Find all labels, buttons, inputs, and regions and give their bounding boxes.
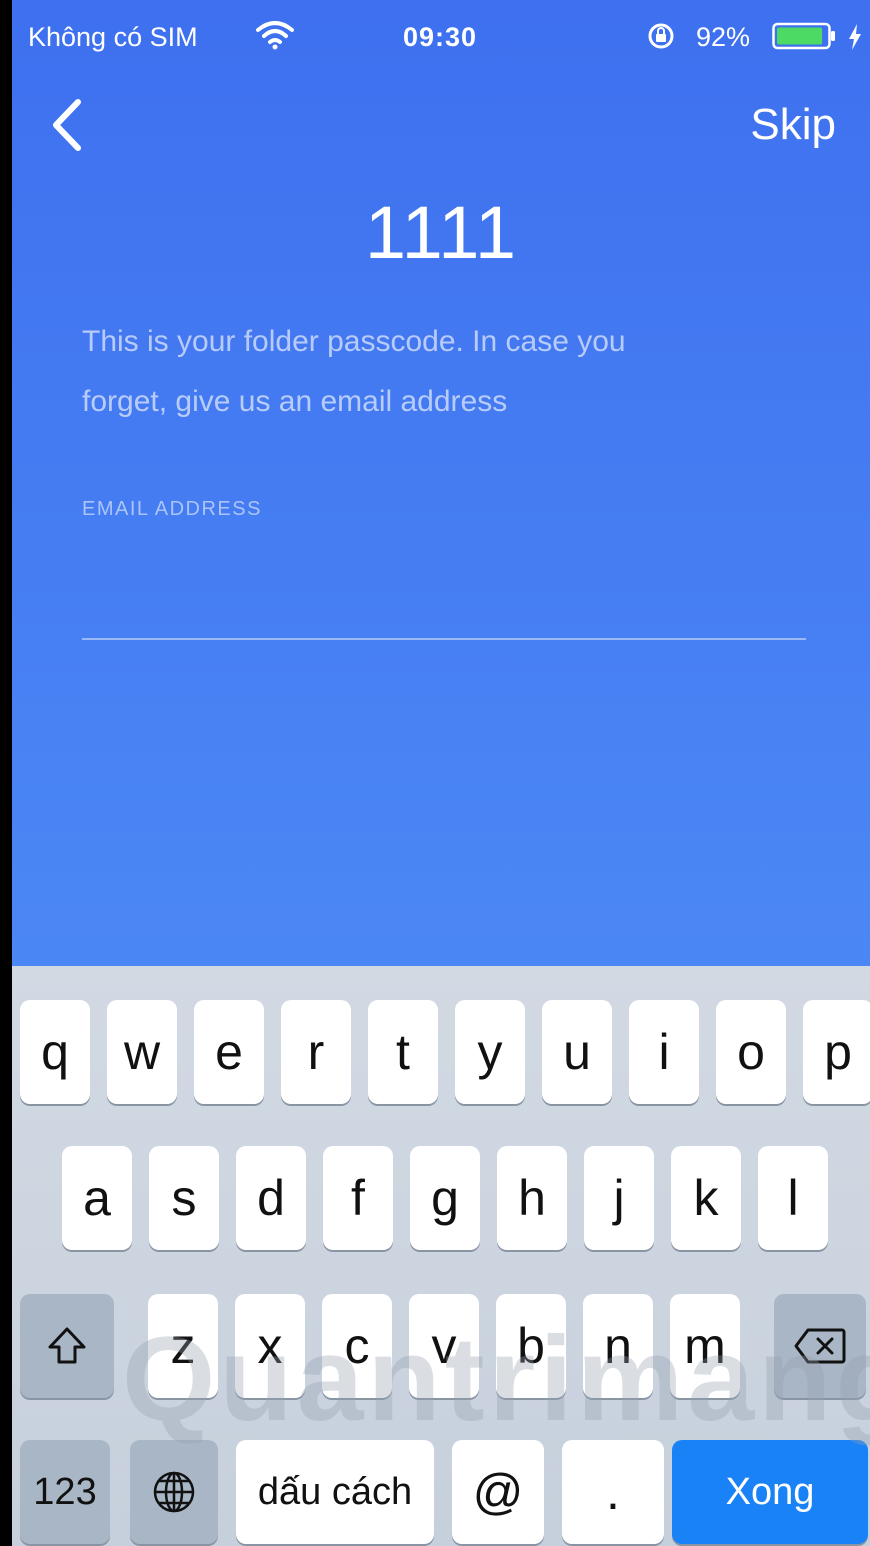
space-key[interactable]: dấu cách xyxy=(236,1440,434,1544)
key-a[interactable]: a xyxy=(62,1146,132,1250)
key-s[interactable]: s xyxy=(149,1146,219,1250)
charging-bolt-icon xyxy=(849,24,861,50)
keyboard: qwertyuiop asdfghjkl zxcvbnm 123 dấu các… xyxy=(12,966,870,1546)
email-label: EMAIL ADDRESS xyxy=(82,498,262,520)
skip-button[interactable]: Skip xyxy=(750,100,836,150)
key-y[interactable]: y xyxy=(455,1000,525,1104)
delete-icon xyxy=(794,1328,846,1364)
key-p[interactable]: p xyxy=(803,1000,870,1104)
period-key[interactable]: . xyxy=(562,1440,664,1544)
passcode-display: 1111 xyxy=(364,191,518,274)
key-e[interactable]: e xyxy=(194,1000,264,1104)
numbers-key[interactable]: 123 xyxy=(20,1440,110,1544)
key-t[interactable]: t xyxy=(368,1000,438,1104)
chevron-left-icon[interactable] xyxy=(48,96,88,154)
carrier-label: Không có SIM xyxy=(28,22,198,52)
at-key[interactable]: @ xyxy=(452,1440,544,1544)
battery-percent: 92% xyxy=(696,22,751,52)
wifi-icon xyxy=(256,21,294,50)
email-input[interactable] xyxy=(82,560,806,640)
key-z[interactable]: z xyxy=(148,1294,218,1398)
key-j[interactable]: j xyxy=(584,1146,654,1250)
key-x[interactable]: x xyxy=(235,1294,305,1398)
key-g[interactable]: g xyxy=(410,1146,480,1250)
battery-icon xyxy=(772,22,835,50)
key-d[interactable]: d xyxy=(236,1146,306,1250)
clock: 09:30 xyxy=(403,22,478,52)
globe-icon xyxy=(153,1471,195,1513)
status-bar: Không có SIM 09:30 92% xyxy=(12,0,870,78)
key-n[interactable]: n xyxy=(583,1294,653,1398)
key-w[interactable]: w xyxy=(107,1000,177,1104)
globe-key[interactable] xyxy=(130,1440,218,1544)
shift-key[interactable] xyxy=(20,1294,114,1398)
delete-key[interactable] xyxy=(774,1294,866,1398)
key-i[interactable]: i xyxy=(629,1000,699,1104)
key-h[interactable]: h xyxy=(497,1146,567,1250)
rotation-lock-icon xyxy=(648,23,674,49)
key-q[interactable]: q xyxy=(20,1000,90,1104)
key-c[interactable]: c xyxy=(322,1294,392,1398)
key-r[interactable]: r xyxy=(281,1000,351,1104)
key-k[interactable]: k xyxy=(671,1146,741,1250)
key-v[interactable]: v xyxy=(409,1294,479,1398)
key-b[interactable]: b xyxy=(496,1294,566,1398)
key-m[interactable]: m xyxy=(670,1294,740,1398)
key-f[interactable]: f xyxy=(323,1146,393,1250)
app-screen: Không có SIM 09:30 92% Skip 1111 This is… xyxy=(12,0,870,1546)
key-l[interactable]: l xyxy=(758,1146,828,1250)
shift-icon xyxy=(48,1327,86,1364)
passcode-description: This is your folder passcode. In case yo… xyxy=(82,325,626,418)
key-u[interactable]: u xyxy=(542,1000,612,1104)
key-o[interactable]: o xyxy=(716,1000,786,1104)
done-key[interactable]: Xong xyxy=(672,1440,868,1544)
